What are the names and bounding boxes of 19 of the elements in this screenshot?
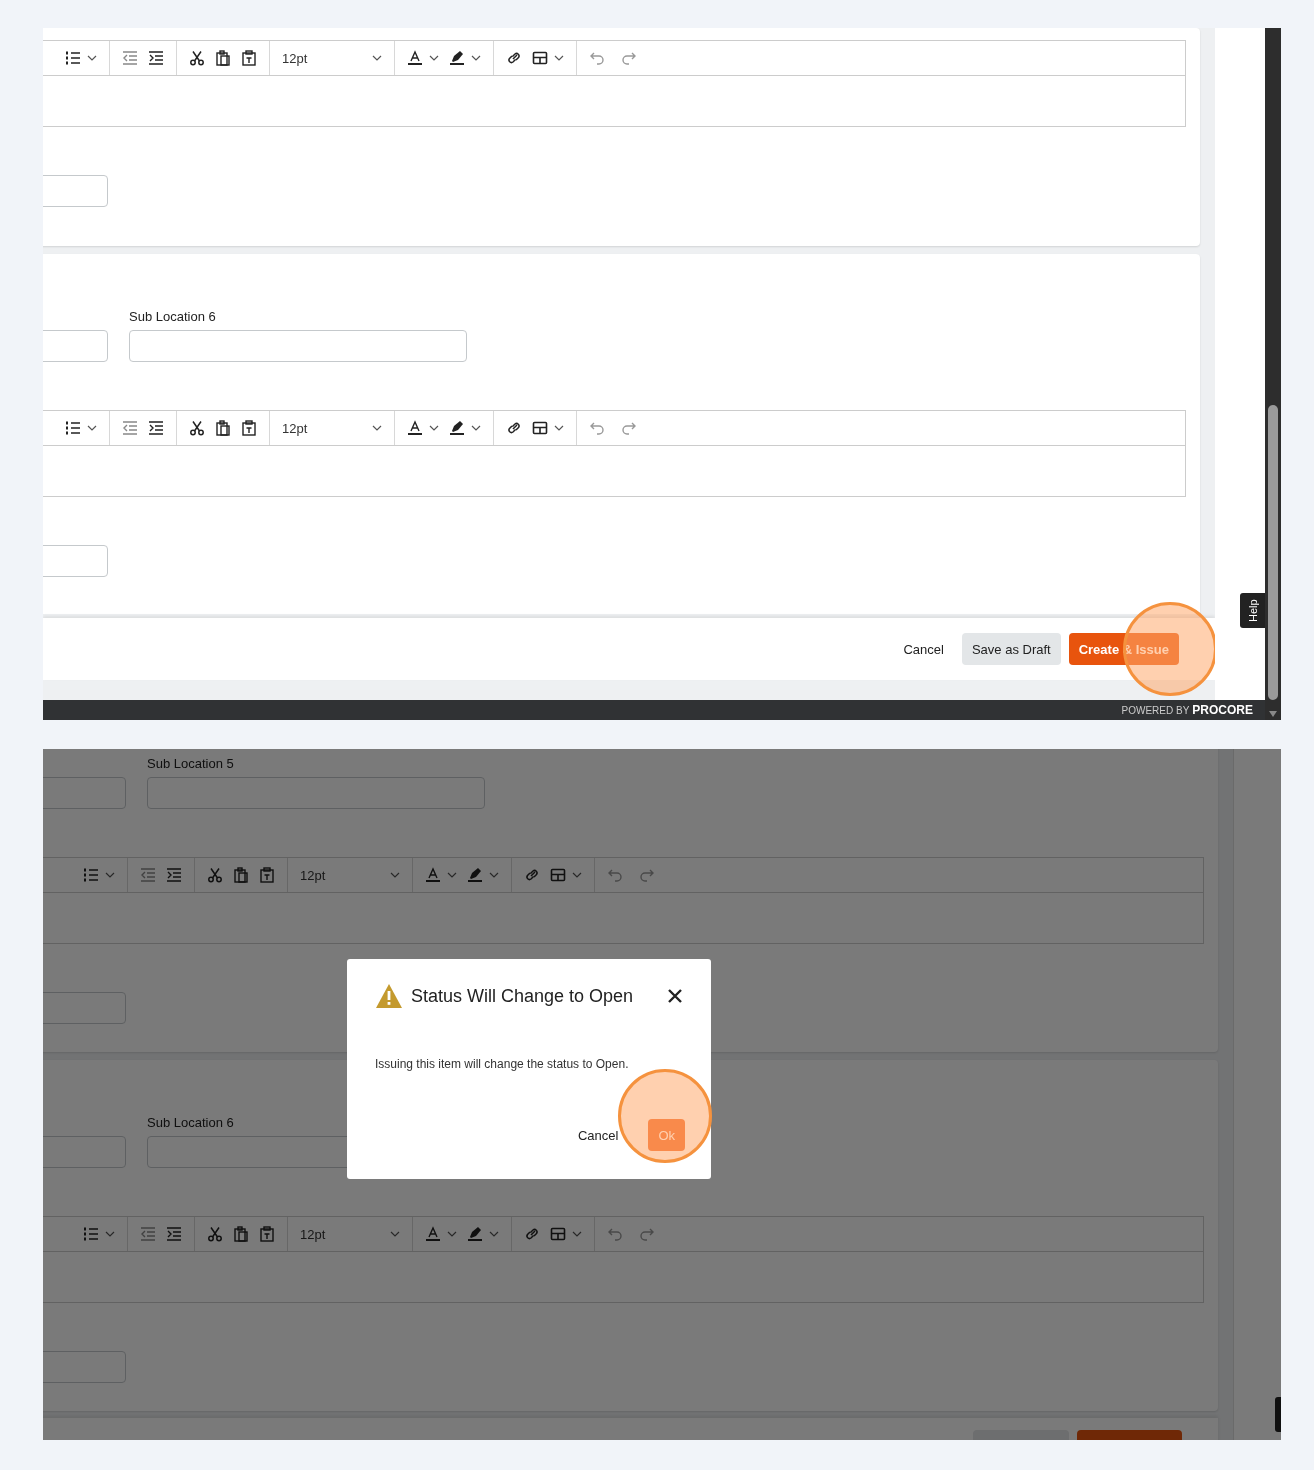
cancel-button[interactable]: Cancel — [893, 633, 954, 665]
rich-text-editor[interactable]: 12pt — [43, 40, 1186, 127]
field-label: Sub Location 5 — [147, 756, 235, 771]
rich-text-editor[interactable]: 12pt — [43, 1216, 1204, 1303]
font-size-select[interactable]: 12pt — [282, 420, 308, 436]
dialog-title: Status Will Change to Open — [411, 985, 635, 1007]
field-label: Sub Location 6 — [147, 1115, 235, 1130]
powered-by-text: POWERED BY — [1121, 704, 1190, 716]
rich-text-editor[interactable]: 12pt — [43, 410, 1186, 497]
brand-logo: PROCORE — [1192, 703, 1253, 717]
font-size-select[interactable]: 12pt — [282, 50, 308, 66]
field-label: Sub Location 6 — [129, 309, 217, 324]
help-tab[interactable]: Help — [1240, 593, 1265, 628]
font-size-select[interactable]: 12pt — [300, 867, 326, 883]
rich-text-editor[interactable]: 12pt — [43, 857, 1204, 944]
dialog-message: Issuing this item will change the status to Open. — [375, 1057, 630, 1071]
cancel-button[interactable]: Cancel — [567, 1119, 629, 1151]
font-size-select[interactable]: 12pt — [300, 1226, 326, 1242]
secondary-button[interactable]: Save as Draft — [961, 633, 1061, 665]
